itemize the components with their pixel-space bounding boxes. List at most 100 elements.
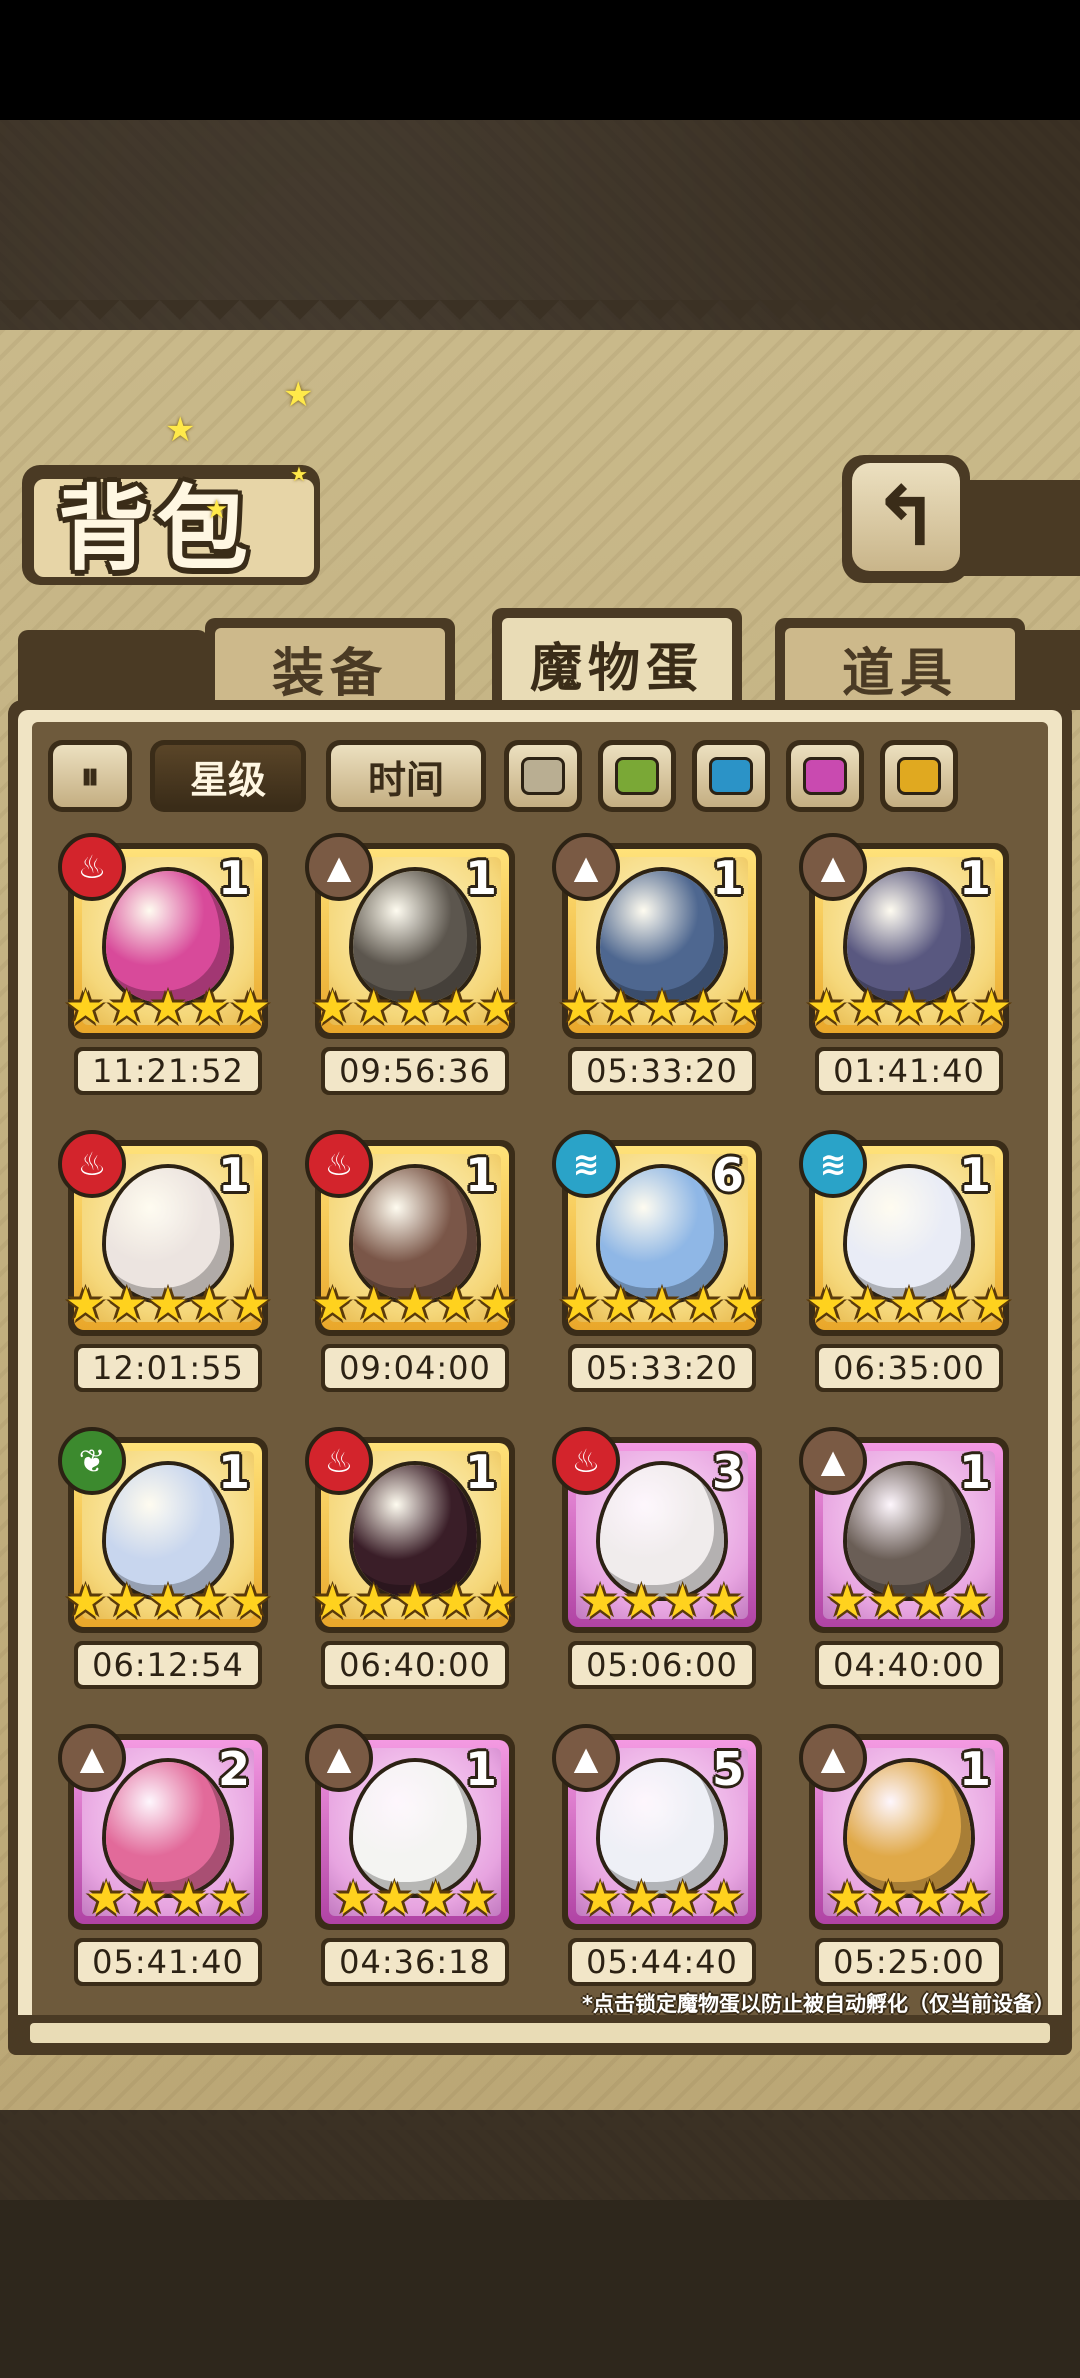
egg-card[interactable]: ≋ 6 ★ ★ ★ ★ ★ xyxy=(552,1130,765,1340)
star-icon: ★ xyxy=(909,1871,951,1925)
star-icon: ★ xyxy=(703,1574,745,1628)
star-icon: ★ xyxy=(394,1574,436,1628)
hatch-timer: 05:44:40 xyxy=(568,1938,756,1986)
star-icon: ★ xyxy=(476,1277,519,1331)
egg-count: 1 xyxy=(958,1445,991,1499)
star-icon: ★ xyxy=(620,1871,662,1925)
star-icon: ★ xyxy=(229,980,272,1034)
tab-equipment[interactable]: 装备 xyxy=(205,618,455,708)
egg-card[interactable]: ▲ 1 ★ ★ ★ ★ xyxy=(305,1724,515,1934)
egg-card[interactable]: ♨ 1 ★ ★ ★ ★ ★ xyxy=(58,833,272,1043)
star-icon: ★ xyxy=(600,1277,642,1331)
egg-count: 1 xyxy=(958,1742,991,1796)
panel-base xyxy=(8,2015,1072,2055)
egg-card[interactable]: ♨ 1 ★ ★ ★ ★ ★ xyxy=(58,1130,272,1340)
egg-card[interactable]: ▲ 1 ★ ★ ★ ★ xyxy=(799,1427,1009,1637)
hatch-timer: 06:35:00 xyxy=(815,1344,1003,1392)
back-arrow-icon[interactable]: ↰ xyxy=(852,463,960,571)
egg-count: 1 xyxy=(217,1445,250,1499)
star-rating: ★ ★ ★ ★ ★ xyxy=(312,980,518,1034)
star-icon: ★ xyxy=(888,1277,930,1331)
fire-element-icon: ♨ xyxy=(58,833,126,901)
color-filter-button[interactable] xyxy=(598,740,676,812)
color-filter-button[interactable] xyxy=(880,740,958,812)
star-icon: ★ xyxy=(435,1277,477,1331)
sparkle-star-icon: ★ xyxy=(165,410,196,450)
earth-element-icon: ▲ xyxy=(552,1724,620,1792)
egg-card[interactable]: ≋ 1 ★ ★ ★ ★ ★ xyxy=(799,1130,1013,1340)
star-icon: ★ xyxy=(229,1277,272,1331)
color-filter-button[interactable] xyxy=(786,740,864,812)
star-icon: ★ xyxy=(970,1277,1013,1331)
star-icon: ★ xyxy=(682,1277,724,1331)
egg-count: 2 xyxy=(217,1742,250,1796)
egg-card[interactable]: ♨ 1 ★ ★ ★ ★ ★ xyxy=(305,1130,518,1340)
hatch-timer: 09:04:00 xyxy=(321,1344,509,1392)
earth-element-icon: ▲ xyxy=(552,833,620,901)
sort-by-star-label: 星级 xyxy=(155,745,301,807)
color-swatch xyxy=(709,757,753,795)
star-rating: ★ ★ ★ ★ ★ xyxy=(312,1277,518,1331)
star-rating: ★ ★ ★ ★ xyxy=(78,1874,258,1922)
hatch-timer: 05:06:00 xyxy=(568,1641,756,1689)
star-icon: ★ xyxy=(332,1871,374,1925)
egg-card[interactable]: ♨ 1 ★ ★ ★ ★ ★ xyxy=(305,1427,518,1637)
egg-count: 1 xyxy=(958,851,991,905)
star-icon: ★ xyxy=(353,1574,395,1628)
sort-order-button[interactable]: ⏸ xyxy=(48,740,132,812)
star-icon: ★ xyxy=(579,1574,621,1628)
egg-card[interactable]: ▲ 1 ★ ★ ★ ★ ★ xyxy=(305,833,518,1043)
hatch-timer-text: 04:40:00 xyxy=(819,1645,999,1685)
egg-card[interactable]: ▲ 1 ★ ★ ★ ★ ★ xyxy=(799,833,1012,1043)
tab-monster-eggs[interactable]: 魔物蛋 xyxy=(492,608,742,708)
hatch-timer-text: 06:35:00 xyxy=(819,1348,999,1388)
color-swatch xyxy=(521,757,565,795)
star-icon: ★ xyxy=(435,980,477,1034)
sort-by-time-button[interactable]: 时间 xyxy=(326,740,486,812)
hatch-timer: 06:40:00 xyxy=(321,1641,509,1689)
star-icon: ★ xyxy=(826,1871,868,1925)
hatch-timer-text: 05:06:00 xyxy=(572,1645,752,1685)
egg-card[interactable]: ♨ 3 ★ ★ ★ ★ xyxy=(552,1427,762,1637)
fire-element-icon: ♨ xyxy=(305,1130,373,1198)
egg-card[interactable]: ▲ 2 ★ ★ ★ ★ xyxy=(58,1724,268,1934)
zigzag-border-bottom xyxy=(0,2090,1080,2130)
fire-element-icon: ♨ xyxy=(58,1130,126,1198)
earth-element-icon: ▲ xyxy=(305,833,373,901)
lock-hint-text: *点击锁定魔物蛋以防止被自动孵化（仅当前设备） xyxy=(582,1992,1055,2016)
star-rating: ★ ★ ★ ★ ★ xyxy=(559,1277,765,1331)
star-rating: ★ ★ ★ ★ xyxy=(325,1874,505,1922)
egg-card[interactable]: ▲ 1 ★ ★ ★ ★ ★ xyxy=(552,833,765,1043)
star-rating: ★ ★ ★ ★ ★ xyxy=(65,1574,271,1628)
egg-card[interactable]: ▲ 5 ★ ★ ★ ★ xyxy=(552,1724,762,1934)
sort-by-star-button[interactable]: 星级 xyxy=(150,740,306,812)
earth-element-icon: ▲ xyxy=(799,1724,867,1792)
star-icon: ★ xyxy=(353,980,395,1034)
egg-card[interactable]: ❦ 1 ★ ★ ★ ★ ★ xyxy=(58,1427,271,1637)
star-icon: ★ xyxy=(620,1574,662,1628)
egg-count: 1 xyxy=(217,851,250,905)
star-icon: ★ xyxy=(929,980,971,1034)
star-icon: ★ xyxy=(435,1574,477,1628)
color-filter-button[interactable] xyxy=(504,740,582,812)
earth-element-icon: ▲ xyxy=(58,1724,126,1792)
star-icon: ★ xyxy=(682,980,724,1034)
star-icon: ★ xyxy=(723,1277,766,1331)
star-icon: ★ xyxy=(126,1871,168,1925)
star-icon: ★ xyxy=(85,1871,127,1925)
star-icon: ★ xyxy=(909,1574,951,1628)
tab-items[interactable]: 道具 xyxy=(775,618,1025,708)
star-icon: ★ xyxy=(147,1574,189,1628)
star-icon: ★ xyxy=(805,1277,848,1331)
sort-by-time-label: 时间 xyxy=(331,745,481,807)
star-icon: ★ xyxy=(373,1871,415,1925)
egg-count: 3 xyxy=(711,1445,744,1499)
egg-count: 1 xyxy=(464,1445,497,1499)
egg-card[interactable]: ▲ 1 ★ ★ ★ ★ xyxy=(799,1724,1009,1934)
color-filter-button[interactable] xyxy=(692,740,770,812)
star-rating: ★ ★ ★ ★ xyxy=(572,1874,752,1922)
star-icon: ★ xyxy=(415,1871,457,1925)
star-icon: ★ xyxy=(888,980,930,1034)
hatch-timer: 09:56:36 xyxy=(321,1047,509,1095)
star-icon: ★ xyxy=(950,1871,992,1925)
